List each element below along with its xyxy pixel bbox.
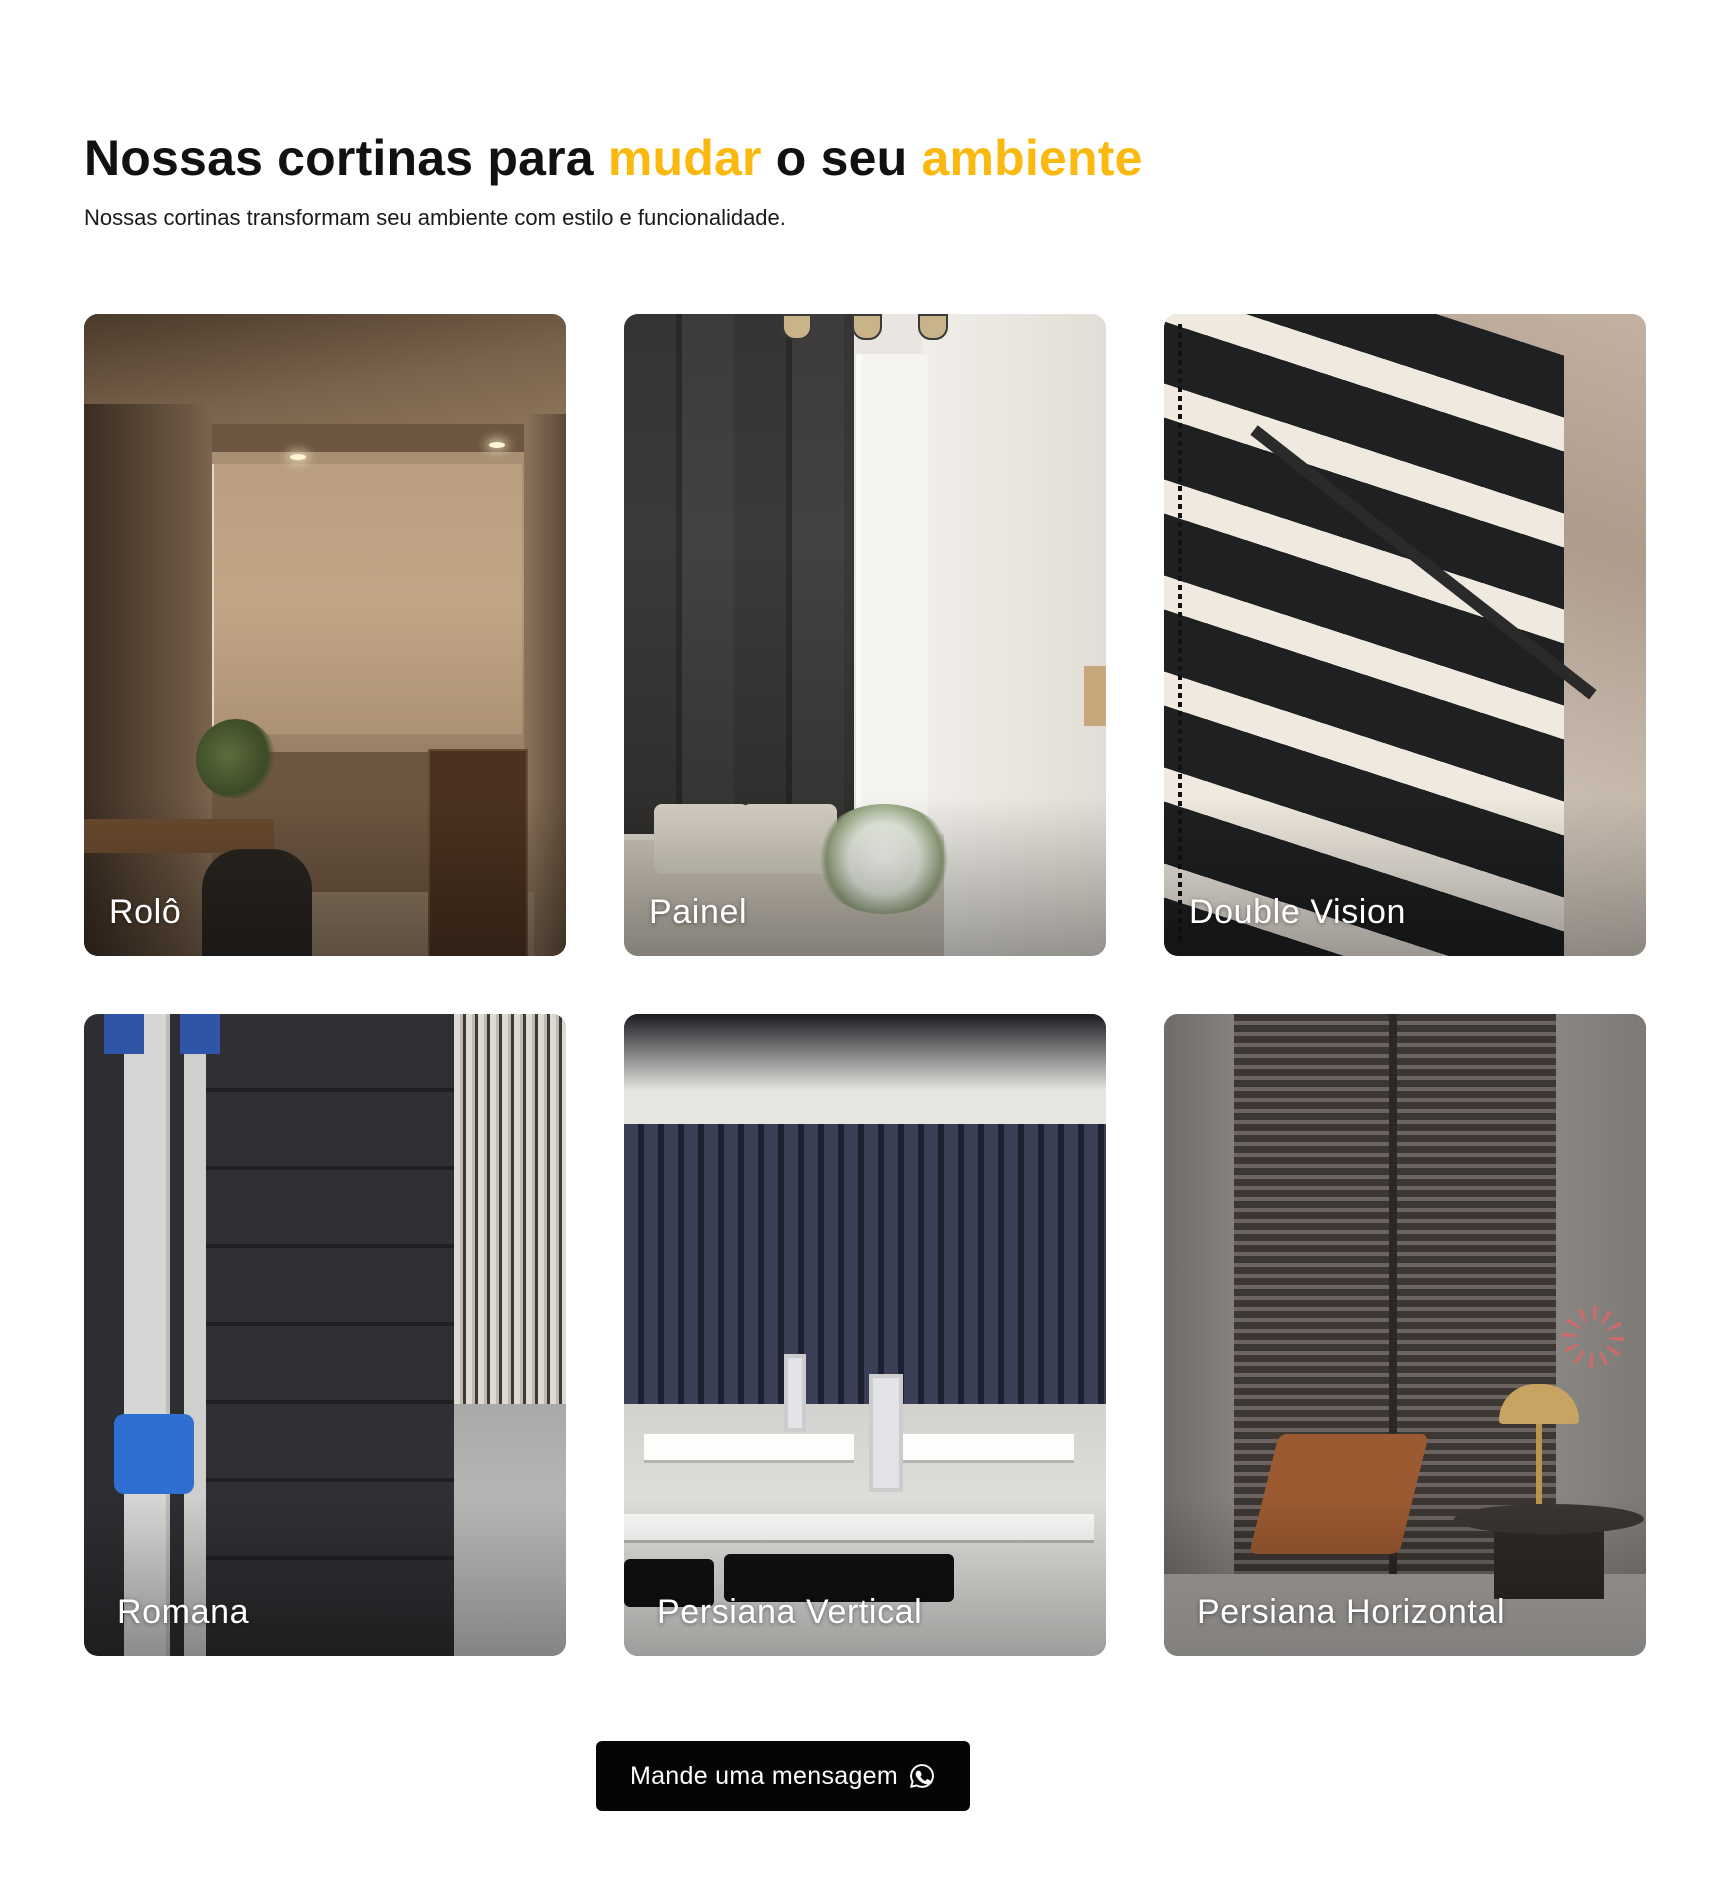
product-card-double-vision[interactable]: Double Vision (1164, 314, 1646, 956)
product-label-painel: Painel (649, 893, 748, 931)
product-label-double-vision: Double Vision (1189, 893, 1406, 931)
product-label-romana: Romana (117, 1593, 250, 1631)
loading-spinner-icon (1562, 1306, 1624, 1368)
product-card-painel[interactable]: Painel (624, 314, 1106, 956)
title-accent-mudar: mudar (607, 130, 762, 186)
product-card-persiana-horizontal[interactable]: Persiana Horizontal (1164, 1014, 1646, 1656)
title-accent-ambiente: ambiente (921, 130, 1143, 186)
double-vision-photo (1164, 314, 1646, 956)
painel-photo (624, 314, 1106, 956)
persiana-vertical-photo (624, 1014, 1106, 1656)
rolo-photo (84, 314, 566, 956)
product-label-persiana-vertical: Persiana Vertical (657, 1593, 923, 1631)
product-label-rolo: Rolô (109, 893, 182, 931)
page-title: Nossas cortinas para mudar o seu ambient… (84, 128, 1143, 188)
product-card-romana[interactable]: Romana (84, 1014, 566, 1656)
product-label-persiana-horizontal: Persiana Horizontal (1197, 1593, 1506, 1631)
product-card-persiana-vertical[interactable]: Persiana Vertical (624, 1014, 1106, 1656)
persiana-horizontal-photo (1164, 1014, 1646, 1656)
products-section: Nossas cortinas para mudar o seu ambient… (84, 0, 1646, 1903)
product-card-rolo[interactable]: Rolô (84, 314, 566, 956)
page-subtitle: Nossas cortinas transformam seu ambiente… (84, 205, 786, 230)
send-message-button[interactable]: Mande uma mensagem (596, 1741, 970, 1811)
romana-photo (84, 1014, 566, 1656)
send-message-label: Mande uma mensagem (629, 1761, 899, 1790)
title-text-1: Nossas cortinas para (84, 130, 608, 186)
title-text-2: o seu (761, 130, 922, 186)
whatsapp-icon (908, 1762, 936, 1790)
